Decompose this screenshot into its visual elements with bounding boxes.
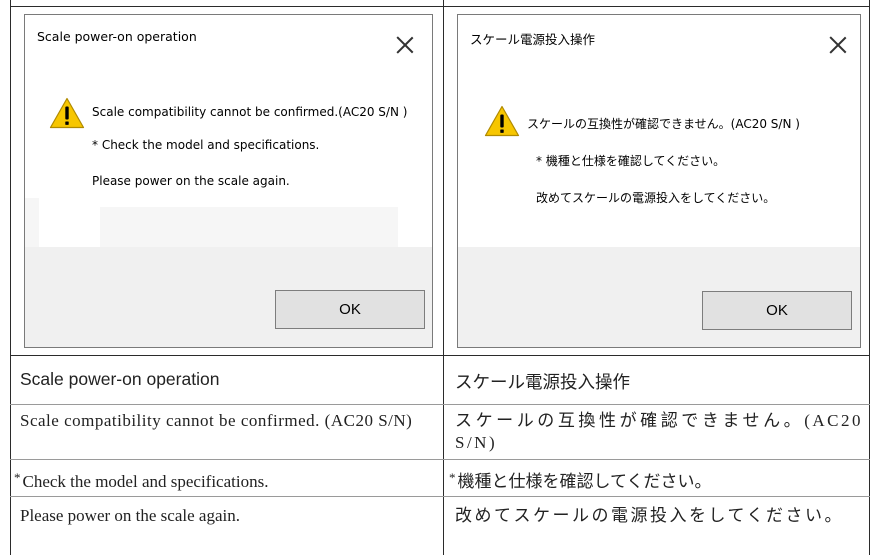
close-icon[interactable] [828, 35, 848, 55]
caption-title: スケール電源投入操作 [455, 372, 630, 392]
caption-message: Scale compatibility cannot be confirmed.… [20, 411, 413, 430]
dialog-instruction: Please power on the scale again. [92, 174, 290, 188]
dialog-japanese: スケール電源投入操作 スケールの互換性が確認できません。(AC20 S/N ) … [457, 14, 861, 348]
table-border-left [10, 0, 11, 555]
dialog-instruction: 改めてスケールの電源投入をしてください。 [536, 191, 776, 205]
dialog-footer: OK [458, 247, 860, 347]
row-divider [10, 459, 870, 460]
warning-icon [49, 97, 85, 129]
caption-note-text: Check the model and specifications. [22, 472, 269, 491]
table-border-middle [443, 0, 444, 555]
caption-note: * 機種と仕様を確認してください。 [449, 467, 711, 493]
caption-note-text: 機種と仕様を確認してください。 [457, 472, 712, 491]
dialog-footer: OK [25, 247, 432, 347]
table-border-top [10, 6, 870, 7]
row-divider [10, 496, 870, 497]
ok-button[interactable]: OK [275, 290, 425, 329]
dialog-title: スケール電源投入操作 [470, 32, 596, 47]
caption-instruction: 改めてスケールの電源投入をしてください。 [455, 506, 844, 525]
row-divider [10, 404, 870, 405]
close-icon[interactable] [395, 35, 415, 55]
table-divider [10, 355, 870, 356]
ok-button[interactable]: OK [702, 291, 852, 330]
dialog-english: Scale power-on operation Scale compatibi… [24, 14, 433, 348]
caption-title: Scale power-on operation [20, 369, 220, 389]
dialog-message: Scale compatibility cannot be confirmed.… [92, 105, 408, 119]
caption-instruction: Please power on the scale again. [20, 506, 240, 525]
dialog-note: * 機種と仕様を確認してください。 [536, 154, 726, 168]
dialog-title: Scale power-on operation [37, 29, 197, 44]
dialog-note: * Check the model and specifications. [92, 138, 320, 152]
caption-note: * Check the model and specifications. [14, 467, 268, 493]
table-border-right [869, 0, 870, 555]
warning-icon [484, 105, 520, 137]
note-asterisk: * [449, 470, 456, 485]
note-asterisk: * [14, 470, 21, 485]
caption-message: スケールの互換性が確認できません。(AC20 S/N) [455, 411, 863, 452]
dialog-message: スケールの互換性が確認できません。(AC20 S/N ) [527, 117, 800, 131]
